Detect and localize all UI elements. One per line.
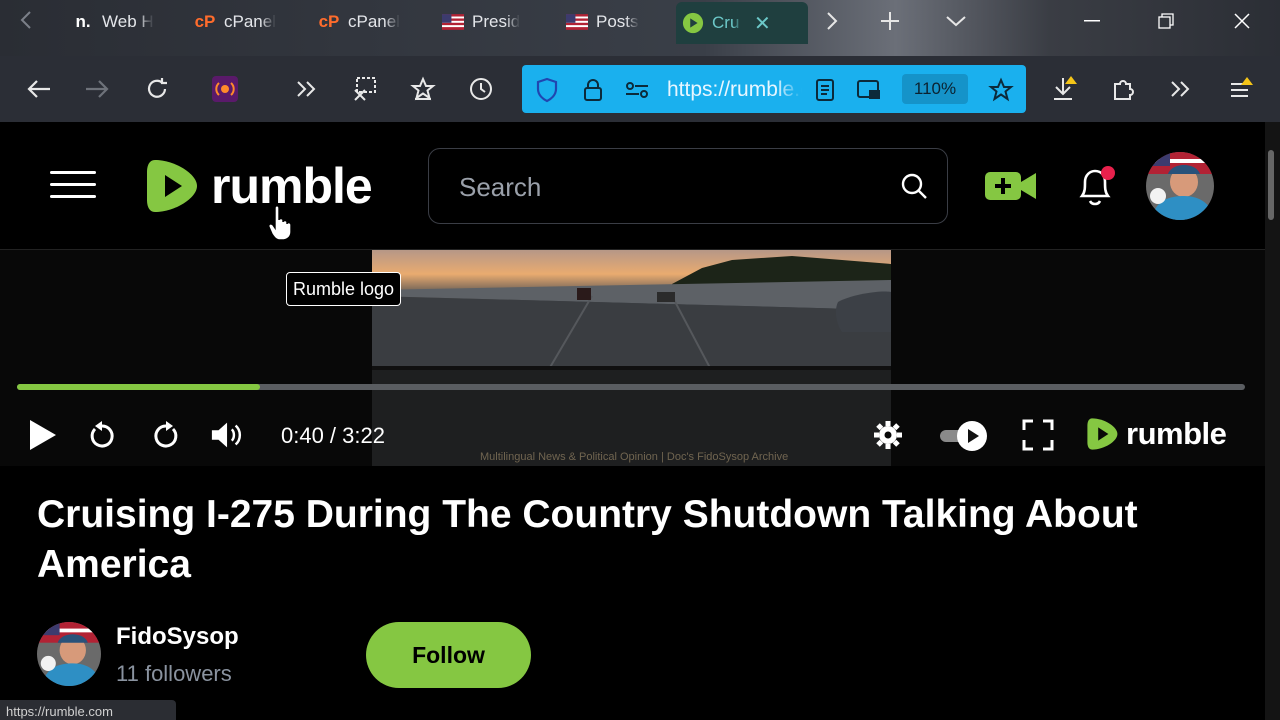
us-flag-icon: [566, 11, 588, 33]
tab-title: Posts: [596, 12, 639, 31]
tab-title: cPanel: [224, 12, 276, 31]
n-favicon-icon: n.: [75, 12, 91, 31]
bookmark-star-icon[interactable]: [408, 74, 438, 104]
settings-gear-icon[interactable]: [870, 416, 906, 454]
tab-posts[interactable]: Posts: [560, 4, 660, 40]
tab-cpanel-2[interactable]: cP cPanel: [312, 4, 412, 40]
hamburger-menu-icon[interactable]: [50, 166, 96, 206]
play-icon[interactable]: [24, 416, 60, 454]
tab-rumble-active[interactable]: Cru ✕: [676, 2, 808, 44]
screenshot-tool-icon[interactable]: [350, 74, 380, 104]
rumble-play-logo-icon: [147, 160, 197, 212]
rumble-favicon-icon: [682, 12, 704, 34]
rumble-logo[interactable]: rumble: [145, 156, 373, 216]
app-menu-icon[interactable]: [1226, 74, 1256, 104]
seek-bar-progress[interactable]: [17, 384, 261, 390]
video-title: Cruising I-275 During The Country Shutdo…: [37, 493, 1138, 586]
cpanel-favicon-icon: cP: [194, 12, 216, 31]
autoplay-toggle[interactable]: [938, 420, 990, 452]
fullscreen-icon[interactable]: [1020, 416, 1056, 454]
playback-time: 0:40 / 3:22: [281, 423, 385, 448]
rumble-logo-tooltip: Rumble logo: [286, 272, 402, 306]
lock-icon[interactable]: [580, 77, 606, 103]
video-frame-highway[interactable]: [372, 250, 891, 466]
picture-in-picture-icon[interactable]: [856, 77, 882, 103]
search-icon[interactable]: [899, 171, 929, 201]
video-watermark: Multilingual News & Political Opinion | …: [480, 451, 789, 463]
minimize-icon[interactable]: [1072, 6, 1112, 36]
volume-icon[interactable]: [210, 416, 246, 454]
forward-arrow-icon[interactable]: [82, 74, 112, 104]
downloads-icon[interactable]: [1050, 74, 1080, 104]
tab-title: cPanel: [348, 12, 400, 31]
reader-view-icon[interactable]: [812, 77, 838, 103]
upload-video-camera-icon[interactable]: [984, 166, 1038, 206]
address-bar[interactable]: https://rumble.com 110%: [522, 65, 1026, 113]
more-tools-chevron-icon[interactable]: [1166, 74, 1196, 104]
us-flag-icon: [442, 11, 464, 33]
restore-icon[interactable]: [1146, 6, 1186, 36]
history-clock-icon[interactable]: [466, 74, 496, 104]
rumble-play-logo-icon: [1087, 418, 1118, 450]
tab-title: Cru: [712, 13, 740, 32]
channel-avatar[interactable]: [37, 622, 101, 686]
tab-strip: n. Web H cP cPanel cP cPanel Presid Post…: [0, 0, 1280, 56]
tab-web-hosting[interactable]: n. Web H: [66, 4, 166, 40]
browser-toolbar: https://rumble.com 110%: [0, 56, 1280, 122]
tab-presid[interactable]: Presid: [436, 4, 536, 40]
reload-icon[interactable]: [142, 74, 172, 104]
rewind-icon[interactable]: [84, 416, 120, 454]
channel-name[interactable]: FidoSysop: [116, 623, 239, 651]
back-arrow-icon[interactable]: [24, 74, 54, 104]
cpanel-favicon-icon: cP: [318, 12, 340, 31]
hand-pointer-cursor-icon: [268, 205, 292, 241]
tab-list-chevron-down-icon[interactable]: [942, 8, 970, 34]
tab-scroll-right-icon[interactable]: [818, 8, 846, 34]
link-status-bar: https://rumble.com: [0, 700, 176, 720]
search-input[interactable]: [459, 167, 879, 207]
follower-count: 11 followers: [116, 661, 232, 686]
follow-button[interactable]: Follow: [366, 622, 531, 688]
url-text[interactable]: https://rumble.com: [667, 78, 802, 102]
tracking-shield-icon[interactable]: [534, 77, 560, 103]
player-logo-text: rumble: [1126, 416, 1227, 451]
tab-title: Presid: [472, 12, 521, 31]
scrollbar-thumb[interactable]: [1268, 150, 1274, 220]
double-chevron-right-icon[interactable]: [292, 74, 322, 104]
new-tab-icon[interactable]: [876, 8, 904, 34]
search-box: [428, 148, 948, 224]
tab-cpanel-1[interactable]: cP cPanel: [188, 4, 288, 40]
podcast-extension-icon[interactable]: [210, 74, 240, 104]
extensions-puzzle-icon[interactable]: [1108, 74, 1138, 104]
player-rumble-logo[interactable]: rumble: [1086, 416, 1227, 452]
bookmark-page-star-icon[interactable]: [988, 77, 1014, 103]
close-tab-icon[interactable]: ✕: [754, 11, 771, 36]
window-close-icon[interactable]: [1222, 6, 1262, 36]
tab-title: Web H: [102, 12, 154, 31]
notifications-bell-icon[interactable]: [1074, 164, 1118, 210]
user-avatar[interactable]: [1146, 152, 1214, 220]
fast-forward-icon[interactable]: [148, 416, 184, 454]
tab-scroll-left-icon[interactable]: [16, 8, 38, 32]
permissions-icon[interactable]: [624, 77, 650, 103]
zoom-level-badge[interactable]: 110%: [902, 74, 968, 104]
